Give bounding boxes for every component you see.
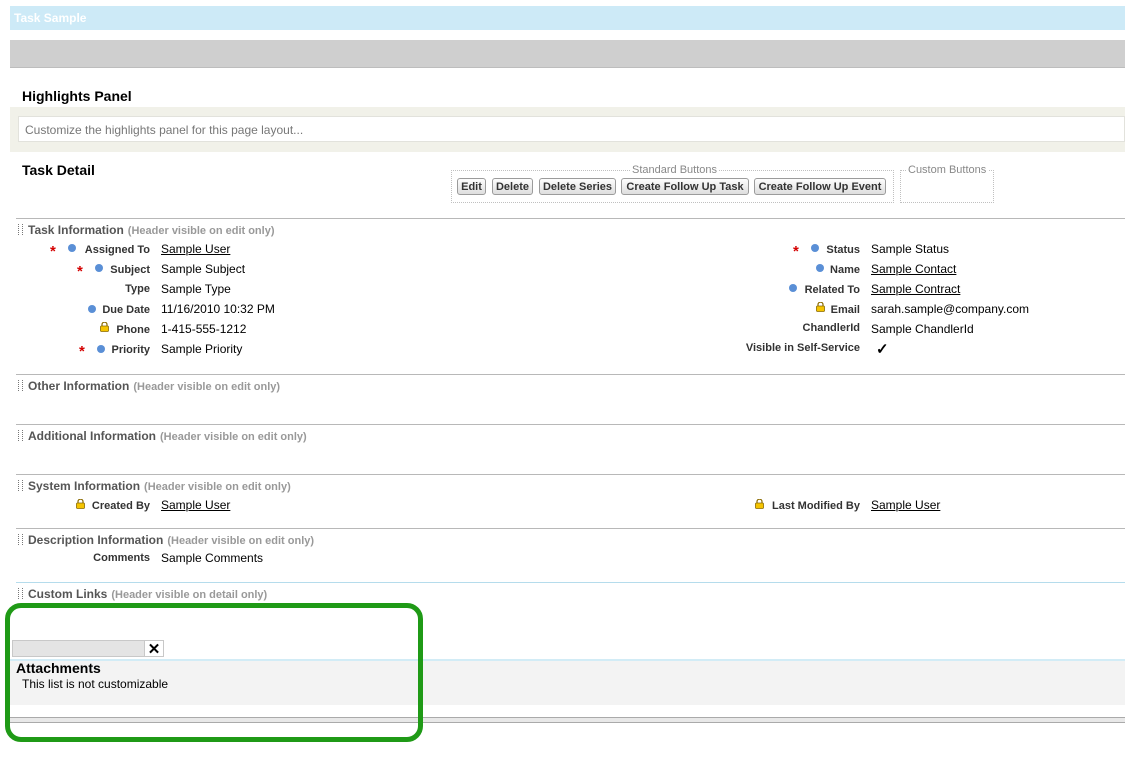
drag-handle-icon[interactable] (18, 588, 23, 599)
section-task-information[interactable]: Task Information (Header visible on edit … (18, 223, 275, 237)
status-value: Sample Status (871, 242, 950, 256)
section-title: System Information (28, 479, 141, 493)
section-divider (16, 528, 1125, 529)
section-note: (Header visible on edit only) (160, 431, 307, 443)
highlights-customize-placeholder: Customize the highlights panel for this … (25, 123, 304, 137)
window-title-bar: Task Sample (10, 6, 1125, 30)
last-modified-by-label: Last Modified By (771, 500, 860, 512)
indicator-dot-icon (68, 244, 76, 252)
created-by-label: Created By (91, 500, 150, 512)
checkmark-icon: ✓ (876, 341, 889, 358)
indicator-dot-icon (811, 244, 819, 252)
indicator-dot-icon (88, 305, 96, 313)
priority-label: Priority (111, 344, 150, 356)
section-system-information[interactable]: System Information (Header visible on edi… (18, 479, 291, 493)
section-title: Custom Links (28, 587, 108, 601)
custom-buttons-legend: Custom Buttons (906, 164, 989, 176)
assigned-to-label: Assigned To (84, 244, 150, 256)
section-divider (16, 374, 1125, 375)
drag-handle-icon[interactable] (18, 380, 23, 391)
name-link[interactable]: Sample Contact (871, 262, 956, 276)
section-title: Other Information (28, 379, 130, 393)
email-value: sarah.sample@company.com (871, 302, 1030, 316)
email-label: Email (830, 304, 860, 316)
lock-icon (816, 302, 825, 312)
section-note: (Header visible on edit only) (133, 381, 281, 393)
required-icon: * (79, 343, 85, 360)
section-title: Description Information (28, 533, 164, 547)
lock-icon (76, 499, 85, 509)
indicator-dot-icon (816, 264, 824, 272)
toolbar-bar (10, 40, 1125, 68)
section-title: Additional Information (28, 429, 156, 443)
section-divider (16, 218, 1125, 219)
highlights-customize-field[interactable]: Customize the highlights panel for this … (18, 116, 1125, 142)
subject-label: Subject (110, 264, 150, 276)
subject-value: Sample Subject (161, 262, 246, 276)
comments-label: Comments (93, 552, 150, 564)
lock-icon (100, 322, 109, 332)
indicator-dot-icon (97, 345, 105, 353)
section-note: (Header visible on edit only) (167, 535, 315, 547)
visible-self-service-label: Visible in Self-Service (745, 342, 860, 354)
chandler-id-value: Sample ChandlerId (871, 322, 974, 336)
phone-label: Phone (116, 324, 150, 336)
section-note: (Header visible on edit only) (127, 225, 275, 237)
indicator-dot-icon (95, 264, 103, 272)
drag-handle-icon[interactable] (18, 534, 23, 545)
task-detail-title: Task Detail (22, 162, 95, 178)
related-to-label: Related To (804, 284, 860, 296)
last-modified-by-link[interactable]: Sample User (871, 498, 940, 512)
indicator-dot-icon (789, 284, 797, 292)
section-note: (Header visible on edit only) (144, 481, 291, 493)
section-other-information[interactable]: Other Information (Header visible on edit… (18, 379, 280, 393)
required-icon: * (793, 243, 799, 260)
status-label: Status (826, 244, 860, 256)
create-follow-up-task-button[interactable]: Create Follow Up Task (621, 178, 749, 195)
delete-button[interactable]: Delete (492, 178, 533, 195)
window-title: Task Sample (14, 11, 87, 25)
chandler-id-label: ChandlerId (802, 322, 860, 334)
highlights-panel-title: Highlights Panel (22, 88, 132, 104)
section-description-information[interactable]: Description Information (Header visible o… (18, 533, 314, 547)
delete-series-button[interactable]: Delete Series (539, 178, 616, 195)
priority-value: Sample Priority (161, 342, 243, 356)
assigned-to-link[interactable]: Sample User (161, 242, 230, 256)
drag-handle-icon[interactable] (18, 430, 23, 441)
required-icon: * (77, 263, 83, 280)
section-divider (16, 582, 1125, 583)
section-divider (16, 474, 1125, 475)
lock-icon (755, 499, 764, 509)
created-by-link[interactable]: Sample User (161, 498, 230, 512)
create-follow-up-event-button[interactable]: Create Follow Up Event (754, 178, 886, 195)
name-label: Name (830, 264, 860, 276)
comments-value: Sample Comments (161, 551, 264, 565)
type-value: Sample Type (161, 282, 231, 296)
type-label: Type (125, 283, 150, 295)
due-date-label: Due Date (102, 304, 150, 316)
section-title: Task Information (28, 223, 124, 237)
phone-value: 1-415-555-1212 (161, 322, 247, 336)
due-date-value: 11/16/2010 10:32 PM (161, 302, 275, 316)
drag-handle-icon[interactable] (18, 224, 23, 235)
section-custom-links[interactable]: Custom Links (Header visible on detail on… (18, 587, 267, 601)
standard-buttons-legend: Standard Buttons (630, 164, 720, 176)
section-additional-information[interactable]: Additional Information (Header visible on… (18, 429, 307, 443)
section-note: (Header visible on detail only) (111, 589, 268, 601)
highlight-outline (5, 603, 423, 742)
required-icon: * (50, 243, 56, 260)
section-divider (16, 424, 1125, 425)
edit-button[interactable]: Edit (457, 178, 486, 195)
drag-handle-icon[interactable] (18, 480, 23, 491)
related-to-link[interactable]: Sample Contract (871, 282, 960, 296)
